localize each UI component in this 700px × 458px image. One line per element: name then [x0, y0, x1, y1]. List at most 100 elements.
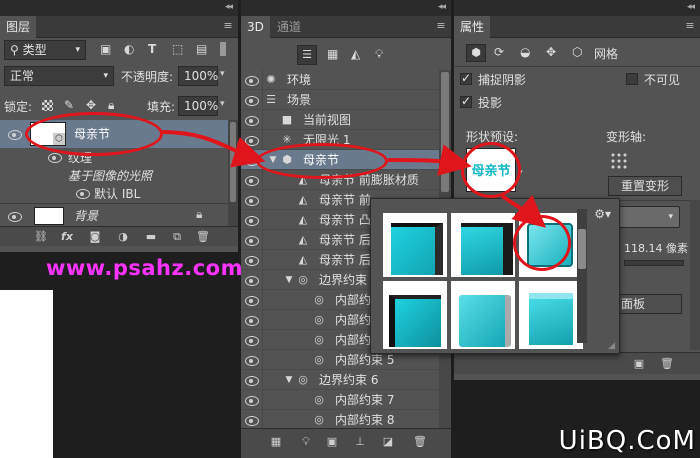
mesh-title: 网格	[594, 47, 619, 61]
render-toggle-icon[interactable]: ◪	[381, 435, 395, 448]
deform-axis-grid-icon[interactable]	[610, 152, 628, 170]
add-mesh-icon[interactable]: ▦	[269, 435, 283, 448]
image-filter-icon[interactable]: ▣	[100, 42, 111, 56]
popup-gear-icon[interactable]: ⚙▾	[594, 207, 611, 221]
properties-scrollbar[interactable]	[690, 200, 700, 350]
preset-tile[interactable]	[383, 213, 447, 277]
visibility-eye-icon[interactable]	[245, 295, 259, 306]
catch-shadows-checkbox[interactable]	[460, 71, 472, 85]
cap-mode-icon[interactable]: ◒	[520, 45, 530, 59]
visibility-eye-icon[interactable]	[245, 235, 259, 246]
tree-row-inner-constraint[interactable]: ◎ 内部约束 8	[241, 410, 439, 430]
layers-scrollbar[interactable]	[228, 120, 238, 227]
visibility-eye-icon[interactable]	[48, 152, 62, 163]
text-filter-icon[interactable]: T	[148, 42, 156, 56]
opacity-input[interactable]: 100%	[178, 66, 218, 86]
value-slider-track[interactable]	[624, 260, 684, 266]
visibility-eye-icon[interactable]	[245, 215, 259, 226]
visibility-eye-icon[interactable]	[245, 135, 259, 146]
filter-toggle-icon[interactable]	[220, 42, 226, 56]
blend-mode-select[interactable]: 正常 ▾	[4, 66, 114, 86]
scene-filter-icon[interactable]: ☰	[297, 45, 317, 65]
collapse-icon[interactable]: ◂◂	[225, 2, 233, 12]
tree-row-inner-constraint[interactable]: ◎ 内部约束 7	[241, 390, 439, 410]
preset-tile[interactable]	[519, 281, 583, 349]
invisible-checkbox[interactable]	[626, 73, 638, 85]
visibility-eye-icon[interactable]	[245, 315, 259, 326]
visibility-eye-icon[interactable]	[245, 175, 259, 186]
visibility-eye-icon[interactable]	[76, 188, 90, 199]
visibility-eye-icon[interactable]	[245, 355, 259, 366]
layer-row-background[interactable]: 背景 🔒︎	[0, 203, 228, 227]
visibility-eye-icon[interactable]	[245, 395, 259, 406]
visibility-eye-icon[interactable]	[245, 415, 259, 426]
fill-input[interactable]: 100%	[178, 96, 218, 116]
tab-channels[interactable]: 通道	[271, 16, 307, 38]
add-light-icon[interactable]: 💡︎	[299, 435, 313, 448]
render-icon[interactable]: ▣	[632, 357, 646, 370]
visibility-eye-icon[interactable]	[8, 211, 22, 222]
expand-triangle-icon[interactable]: ▼	[283, 270, 295, 290]
mesh-mode-icon[interactable]: ⬢	[466, 44, 486, 62]
folder-icon[interactable]: ▬	[144, 230, 158, 243]
visibility-eye-icon[interactable]	[245, 335, 259, 346]
new-layer-icon[interactable]: ⧉	[170, 230, 184, 243]
visibility-eye-icon[interactable]	[245, 75, 259, 86]
visibility-eye-icon[interactable]	[245, 115, 259, 126]
link-icon[interactable]: ⛓	[34, 230, 48, 243]
lock-move-icon[interactable]: ✥	[86, 98, 96, 112]
panel-menu-icon[interactable]: ≡	[435, 20, 447, 32]
layer-filter-select[interactable]: ⚲ 类型 ▾	[4, 40, 86, 60]
tree-row-constraint[interactable]: ▼ ◎ 边界约束 6	[241, 370, 439, 390]
trash-icon[interactable]: 🗑︎	[196, 230, 210, 243]
popup-resize-handle-icon[interactable]: ◢	[608, 341, 615, 351]
expand-triangle-icon[interactable]: ▼	[283, 370, 295, 390]
opacity-dropdown-icon[interactable]: ▾	[220, 69, 225, 79]
tab-layers[interactable]: 图层	[0, 16, 37, 38]
camera-icon: ■	[281, 113, 293, 126]
panel-menu-icon[interactable]: ≡	[684, 20, 696, 32]
shape-filter-icon[interactable]: ⬚	[172, 42, 183, 56]
tab-3d[interactable]: 3D	[241, 16, 270, 38]
coordinates-mode-icon[interactable]: ✥	[546, 45, 556, 59]
visibility-eye-icon[interactable]	[245, 255, 259, 266]
filter-kind-label: 类型	[22, 43, 47, 57]
lock-all-icon[interactable]: 🔒︎	[108, 98, 114, 113]
layer-sub-default-ibl[interactable]: 默认 IBL	[0, 184, 228, 202]
material-filter-icon[interactable]: ◭	[351, 47, 360, 61]
tab-properties[interactable]: 属性	[454, 16, 491, 38]
adjustment-icon[interactable]: ◑	[116, 230, 130, 243]
mask-icon[interactable]: ◙	[88, 230, 102, 243]
tree-row-scene[interactable]: ☰ 场景	[241, 90, 439, 110]
visibility-eye-icon[interactable]	[8, 129, 22, 140]
popup-scrollbar[interactable]	[577, 209, 587, 343]
lock-brush-icon[interactable]: ✎	[64, 98, 74, 112]
preset-tile[interactable]	[383, 281, 447, 349]
mesh-filter-icon[interactable]: ▦	[327, 47, 338, 61]
cast-shadows-checkbox[interactable]	[460, 94, 472, 108]
visibility-eye-icon[interactable]	[245, 195, 259, 206]
visibility-eye-icon[interactable]	[245, 95, 259, 106]
visibility-eye-icon[interactable]	[245, 275, 259, 286]
trash-icon[interactable]: 🗑︎	[660, 357, 674, 370]
smart-filter-icon[interactable]: ▤	[196, 42, 207, 56]
deform-mode-icon[interactable]: ⟳	[494, 45, 504, 59]
visibility-eye-icon[interactable]	[245, 375, 259, 386]
tree-row-current-view[interactable]: ■ 当前视图	[241, 110, 439, 130]
cube-preset-thumb	[389, 295, 441, 347]
lock-transparency-icon[interactable]	[42, 100, 53, 111]
adjust-filter-icon[interactable]: ◐	[124, 42, 134, 56]
panel-menu-icon[interactable]: ≡	[222, 20, 234, 32]
fill-dropdown-icon[interactable]: ▾	[220, 99, 225, 109]
collapse-icon[interactable]: ◂◂	[438, 2, 446, 12]
render-icon[interactable]: ▣	[325, 435, 339, 448]
light-filter-icon[interactable]: 💡︎	[375, 47, 383, 62]
trash-icon[interactable]: 🗑︎	[413, 435, 427, 448]
ground-icon[interactable]: ⊥	[353, 435, 367, 448]
preset-tile[interactable]	[451, 281, 515, 349]
fx-icon[interactable]: fx	[60, 230, 74, 243]
tree-row-environment[interactable]: ✺ 环境	[241, 70, 439, 90]
collapse-icon[interactable]: ◂◂	[687, 2, 695, 12]
reset-deform-button[interactable]: 重置变形	[608, 176, 682, 196]
preset-tile[interactable]	[451, 213, 515, 277]
